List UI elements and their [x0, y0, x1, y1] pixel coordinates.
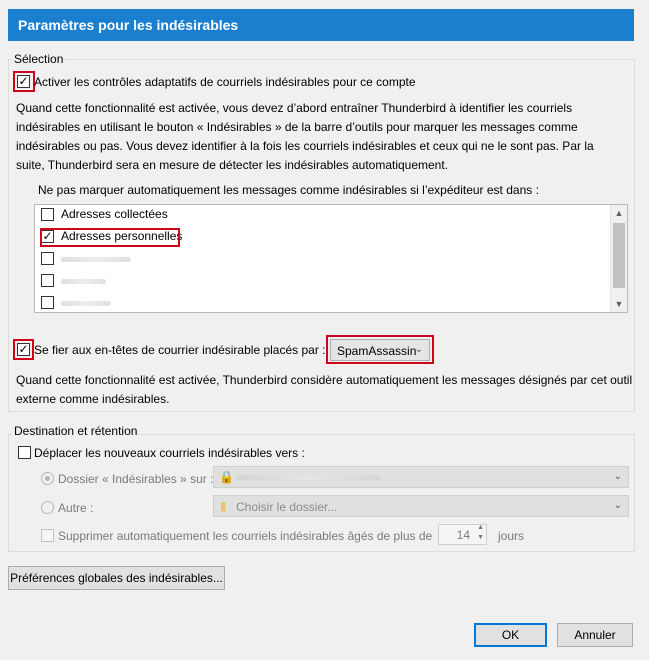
redacted-text: [61, 257, 131, 262]
auto-delete-checkbox[interactable]: [41, 529, 54, 542]
global-junk-preferences-label: Préférences globales des indésirables...: [10, 571, 223, 585]
whitelist-listbox[interactable]: Adresses collectées ✓ Adresses personnel…: [34, 204, 628, 313]
chevron-down-icon: ⌄: [613, 500, 622, 511]
other-folder-select[interactable]: ▮ Choisir le dossier... ⌄: [213, 495, 629, 517]
days-value: 14: [456, 528, 470, 542]
scroll-thumb[interactable]: [613, 223, 625, 288]
selection-legend: Sélection: [12, 52, 66, 66]
ok-label: OK: [501, 628, 520, 642]
list-item-checkbox[interactable]: [41, 252, 54, 265]
scroll-down-arrow-icon[interactable]: ▼: [611, 296, 627, 312]
dialog-title: Paramètres pour les indésirables: [8, 9, 634, 41]
spinner-up-icon[interactable]: ▲: [477, 524, 484, 531]
adaptive-description: Quand cette fonctionnalité est activée, …: [16, 101, 594, 172]
spinner-down-icon[interactable]: ▼: [477, 534, 484, 541]
highlight-box: [13, 339, 34, 360]
folder-icon: ▮: [220, 499, 227, 513]
ok-button[interactable]: OK: [474, 623, 547, 647]
list-item-label: Adresses collectées: [61, 207, 168, 221]
junk-account-select[interactable]: 🔒 ⌄: [213, 466, 629, 488]
list-item-checkbox[interactable]: [41, 208, 54, 221]
scroll-up-arrow-icon[interactable]: ▲: [611, 205, 627, 221]
other-folder-radio-label[interactable]: Autre :: [58, 501, 93, 515]
lock-icon: 🔒: [219, 470, 234, 484]
chevron-down-icon: ⌄: [613, 471, 622, 482]
cancel-label: Annuler: [574, 628, 616, 642]
redacted-text: [61, 279, 106, 284]
list-scrollbar[interactable]: ▲ ▼: [610, 205, 627, 312]
whitelist-label: Ne pas marquer automatiquement les messa…: [38, 183, 539, 197]
trust-description: Quand cette fonctionnalité est activée, …: [16, 373, 633, 406]
move-junk-checkbox[interactable]: [18, 446, 31, 459]
list-item-checkbox[interactable]: [41, 296, 54, 309]
auto-delete-label[interactable]: Supprimer automatiquement les courriels …: [58, 529, 432, 543]
destination-legend: Destination et rétention: [12, 424, 140, 438]
other-folder-radio[interactable]: [41, 501, 54, 514]
move-junk-label[interactable]: Déplacer les nouveaux courriels indésira…: [34, 446, 305, 460]
other-folder-value: Choisir le dossier...: [236, 500, 338, 514]
days-unit-label: jours: [498, 529, 525, 543]
trust-headers-label[interactable]: Se fier aux en-têtes de courrier indésir…: [34, 343, 326, 357]
junk-folder-radio[interactable]: [41, 472, 54, 485]
highlight-box: [326, 335, 434, 364]
highlight-box: [40, 228, 180, 247]
adaptive-controls-label[interactable]: Activer les contrôles adaptatifs de cour…: [34, 75, 416, 89]
junk-folder-radio-label[interactable]: Dossier « Indésirables » sur :: [58, 472, 213, 486]
highlight-box: [13, 71, 35, 92]
list-item-checkbox[interactable]: [41, 274, 54, 287]
redacted-text: [61, 301, 111, 306]
days-spinner[interactable]: 14 ▲ ▼: [438, 524, 487, 545]
whitelist-label-text: Ne pas marquer automatiquement les messa…: [38, 183, 539, 197]
global-junk-preferences-button[interactable]: Préférences globales des indésirables...: [8, 566, 225, 590]
redacted-text: [236, 475, 381, 480]
cancel-button[interactable]: Annuler: [557, 623, 633, 647]
